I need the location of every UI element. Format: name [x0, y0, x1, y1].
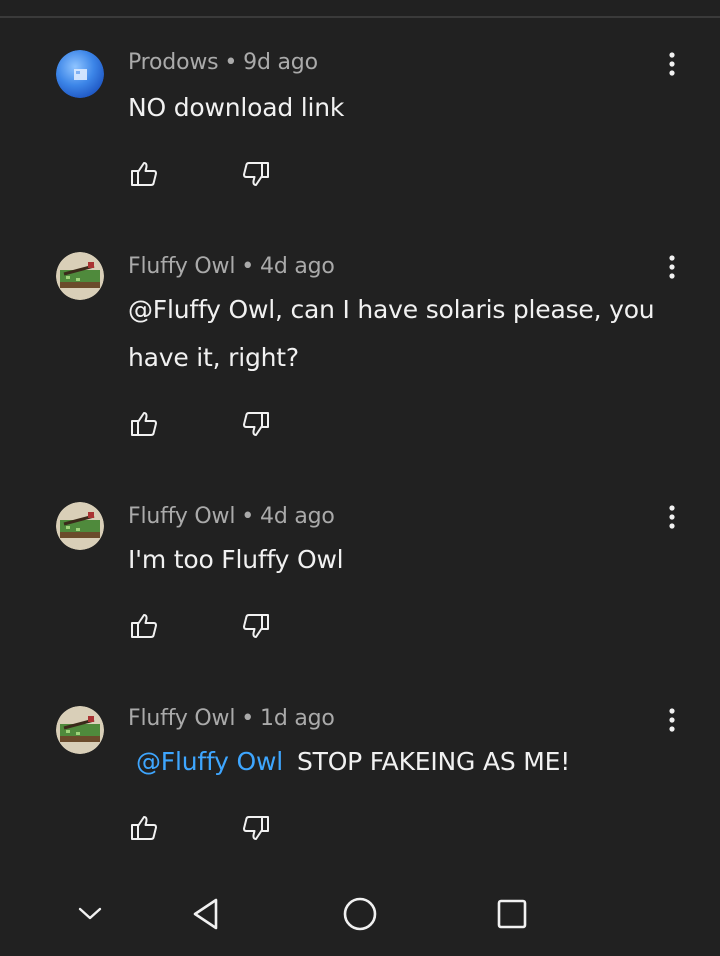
back-triangle-icon — [190, 897, 222, 935]
comment-author[interactable]: Prodows — [128, 50, 219, 75]
like-button[interactable] — [126, 408, 162, 444]
comment-time: 4d ago — [260, 504, 335, 529]
comment-time: 9d ago — [243, 50, 318, 75]
comment-meta: Prodows • 9d ago — [128, 50, 318, 75]
comment-text-content: NO download link — [128, 93, 345, 122]
comment-text: @Fluffy Owl STOP FAKEING AS ME! — [128, 738, 698, 786]
comment-time: 4d ago — [260, 254, 335, 279]
comment-text: I'm too Fluffy Owl — [128, 536, 698, 584]
thumbs-up-icon — [129, 813, 159, 847]
comment-text-content: I'm too Fluffy Owl — [128, 545, 344, 574]
comment-author[interactable]: Fluffy Owl — [128, 706, 235, 731]
meta-separator: • — [224, 50, 238, 75]
nav-back-button[interactable] — [182, 892, 230, 940]
mention-link[interactable]: @Fluffy Owl — [136, 747, 283, 776]
more-options-button[interactable] — [656, 704, 688, 740]
more-vert-icon — [668, 51, 676, 81]
comment-time: 1d ago — [260, 706, 335, 731]
avatar-fluffy-owl[interactable] — [56, 252, 104, 300]
comment-meta: Fluffy Owl • 4d ago — [128, 504, 335, 529]
more-vert-icon — [668, 707, 676, 737]
comment-text: @Fluffy Owl, can I have solaris please, … — [128, 286, 698, 382]
dislike-button[interactable] — [238, 408, 274, 444]
thumbs-up-icon — [129, 409, 159, 443]
thumbs-down-icon — [241, 611, 271, 645]
thumbs-up-icon — [129, 611, 159, 645]
like-button[interactable] — [126, 158, 162, 194]
comment-meta: Fluffy Owl • 1d ago — [128, 706, 335, 731]
comment-text: NO download link — [128, 84, 698, 132]
thumbs-up-icon — [129, 159, 159, 193]
top-divider — [0, 16, 720, 18]
dislike-button[interactable] — [238, 158, 274, 194]
comment-text-line: @Fluffy Owl, can I have solaris please, … — [128, 295, 655, 324]
recents-square-icon — [496, 898, 528, 934]
comment-text-content: STOP FAKEING AS ME! — [296, 747, 571, 776]
avatar-fluffy-owl[interactable] — [56, 502, 104, 550]
more-options-button[interactable] — [656, 48, 688, 84]
more-options-button[interactable] — [656, 251, 688, 287]
nav-recents-button[interactable] — [488, 892, 536, 940]
thumbs-down-icon — [241, 813, 271, 847]
dislike-button[interactable] — [238, 610, 274, 646]
avatar-fluffy-owl[interactable] — [56, 706, 104, 754]
thumbs-down-icon — [241, 159, 271, 193]
comment-author[interactable]: Fluffy Owl — [128, 254, 235, 279]
comment-text-line: have it, right? — [128, 343, 299, 372]
like-button[interactable] — [126, 812, 162, 848]
meta-separator: • — [241, 504, 255, 529]
home-circle-icon — [342, 896, 378, 936]
more-vert-icon — [668, 504, 676, 534]
meta-separator: • — [241, 706, 255, 731]
like-button[interactable] — [126, 610, 162, 646]
chevron-down-icon — [77, 906, 103, 926]
more-options-button[interactable] — [656, 501, 688, 537]
thumbs-down-icon — [241, 409, 271, 443]
more-vert-icon — [668, 254, 676, 284]
nav-home-button[interactable] — [336, 892, 384, 940]
meta-separator: • — [241, 254, 255, 279]
comment-meta: Fluffy Owl • 4d ago — [128, 254, 335, 279]
system-nav-bar — [0, 880, 720, 956]
avatar-prodows[interactable] — [56, 50, 104, 98]
comment-author[interactable]: Fluffy Owl — [128, 504, 235, 529]
dislike-button[interactable] — [238, 812, 274, 848]
nav-collapse-button[interactable] — [66, 892, 114, 940]
